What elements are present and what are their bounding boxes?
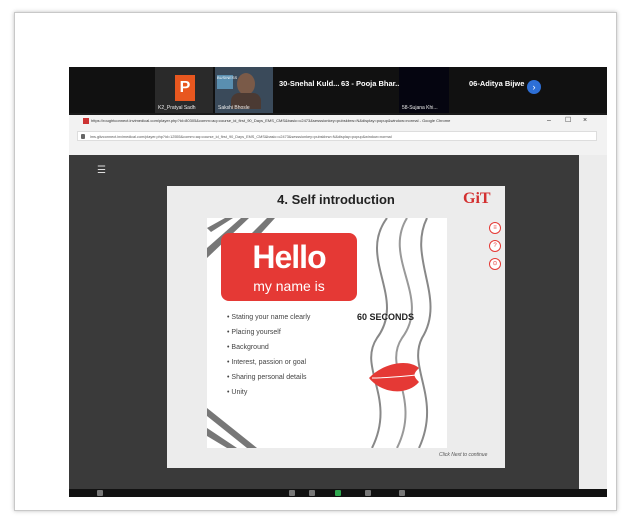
taskbar-app-icon[interactable]	[365, 490, 371, 496]
time-label: 60 SECONDS	[357, 312, 415, 322]
bullet-item: • Sharing personal details	[227, 374, 307, 381]
photo-frame: P K2_Pratyal Sadh BUSINESS Sakshi Bhosle…	[14, 12, 617, 511]
scrollbar[interactable]	[579, 155, 607, 497]
taskbar-app-icon[interactable]	[309, 490, 315, 496]
bullet-list: • Stating your name clearly • Placing yo…	[227, 310, 357, 400]
slide: 4. Self introduction GiT Hello my name i…	[167, 186, 505, 468]
close-button[interactable]: ×	[583, 115, 587, 127]
bullet-item: • Unity	[227, 389, 248, 396]
bullet-item: • Interest, passion or goal	[227, 359, 307, 366]
taskbar	[69, 489, 607, 497]
participant-name-tile[interactable]: 63 - Pooja Bhar...	[341, 79, 401, 88]
slide-side-toolbar: ≡ ? ⊙	[489, 222, 501, 276]
taskbar-app-icon[interactable]	[335, 490, 341, 496]
participant-name: 58-Sujana Khi...	[402, 105, 438, 111]
participant-strip: P K2_Pratyal Sadh BUSINESS Sakshi Bhosle…	[69, 67, 607, 113]
address-bar[interactable]: lms.gitzconnect.invimedical.com/player.p…	[77, 131, 597, 141]
chevron-right-icon[interactable]: ›	[527, 80, 541, 94]
slide-title: 4. Self introduction	[277, 192, 395, 207]
menu-icon[interactable]: ☰	[97, 165, 106, 176]
browser-window: https://roughtconnect.invimedical.com/pl…	[69, 115, 607, 155]
bullet-item: • Placing yourself	[227, 329, 281, 336]
brand-logo: GiT	[463, 190, 491, 212]
lock-icon	[81, 134, 85, 139]
bullet-item: • Stating your name clearly	[227, 314, 311, 321]
participant-tile[interactable]: P K2_Pratyal Sadh	[155, 67, 213, 113]
maximize-button[interactable]: ☐	[565, 115, 571, 127]
minimize-button[interactable]: –	[547, 115, 551, 127]
participant-video-tile[interactable]: BUSINESS Sakshi Bhosle	[215, 67, 273, 113]
menu-icon[interactable]: ≡	[489, 222, 501, 234]
taskbar-app-icon[interactable]	[399, 490, 405, 496]
hello-badge: Hello my name is	[221, 233, 357, 301]
participant-tile[interactable]: 58-Sujana Khi...	[399, 67, 449, 113]
course-player: ☰ 4. Self introduction GiT Hello my name…	[69, 155, 579, 497]
settings-icon[interactable]: ⊙	[489, 258, 501, 270]
zoom-screen: P K2_Pratyal Sadh BUSINESS Sakshi Bhosle…	[69, 67, 607, 497]
url-text: lms.gitzconnect.invimedical.com/player.p…	[90, 135, 392, 139]
participant-avatar: P	[175, 75, 195, 101]
background-badge: BUSINESS	[217, 75, 237, 89]
participant-name-tile[interactable]: 06-Aditya Bijwe	[469, 79, 524, 88]
participant-name: K2_Pratyal Sadh	[158, 105, 196, 111]
help-icon[interactable]: ?	[489, 240, 501, 252]
favicon-icon	[83, 118, 89, 124]
taskbar-app-icon[interactable]	[97, 490, 103, 496]
hello-text: Hello	[252, 239, 326, 275]
click-next-link[interactable]: Click Next to continue	[439, 452, 487, 458]
bullet-item: • Background	[227, 344, 269, 351]
participant-name-tile[interactable]: 30-Snehal Kuld...	[279, 79, 339, 88]
my-name-is-text: my name is	[253, 278, 325, 294]
taskbar-app-icon[interactable]	[289, 490, 295, 496]
logo-text: GiT	[463, 190, 491, 207]
window-title-text: https://roughtconnect.invimedical.com/pl…	[91, 118, 451, 123]
window-title: https://roughtconnect.invimedical.com/pl…	[69, 115, 607, 127]
person-head	[237, 73, 255, 95]
participant-name: Sakshi Bhosle	[218, 105, 250, 111]
